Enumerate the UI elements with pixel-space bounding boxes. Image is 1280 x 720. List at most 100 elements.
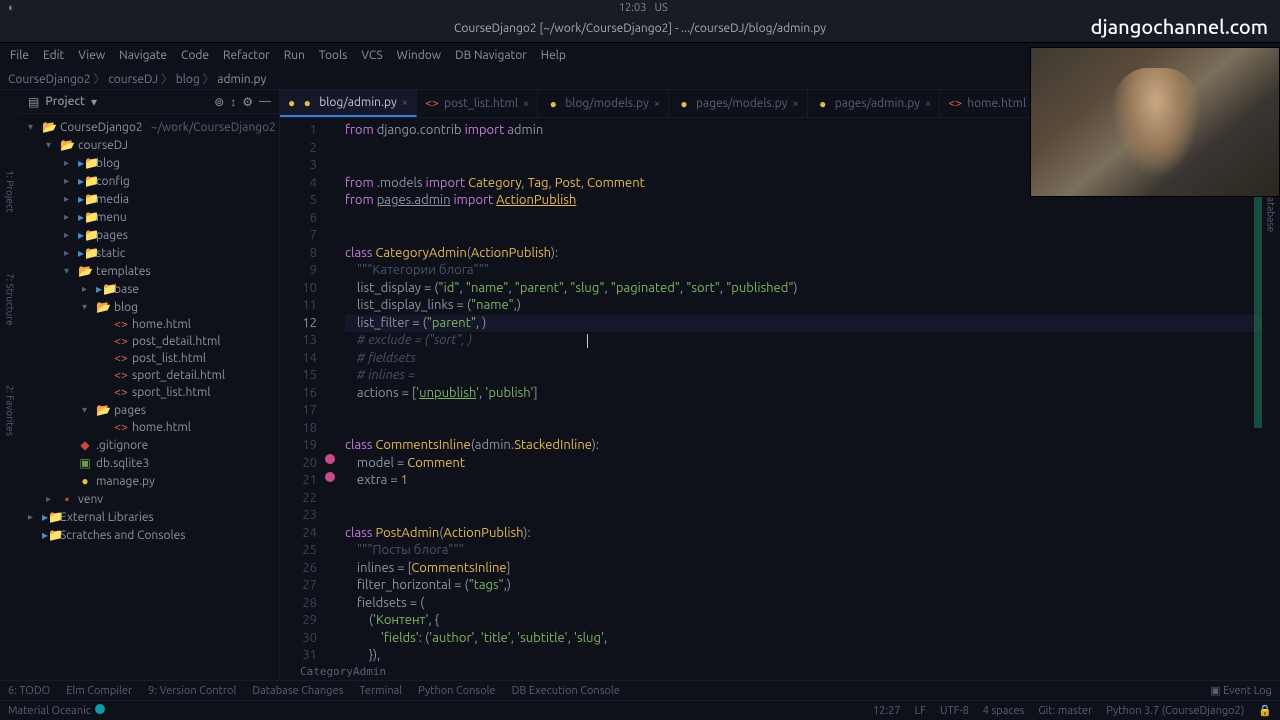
breadcrumb-part[interactable]: courseDJ: [108, 73, 158, 86]
menu-vcs[interactable]: VCS: [355, 46, 388, 65]
tree-label: db.sqlite3: [96, 457, 149, 470]
chevron-icon[interactable]: ▸: [64, 247, 74, 259]
menu-run[interactable]: Run: [278, 46, 311, 65]
close-icon[interactable]: ×: [792, 98, 798, 110]
close-icon[interactable]: ×: [523, 98, 529, 110]
menu-tools[interactable]: Tools: [313, 46, 354, 65]
theme-label[interactable]: Material Oceanic: [8, 704, 105, 717]
tree-item[interactable]: ▸▪venv: [20, 490, 279, 508]
chevron-icon[interactable]: ▸: [28, 511, 38, 523]
python-interpreter[interactable]: Python 3.7 (CourseDjango2): [1106, 705, 1244, 717]
bottom-tool[interactable]: 9: Version Control: [148, 685, 236, 697]
tool-tab[interactable]: 2: Favorites: [5, 385, 16, 436]
event-log[interactable]: ▣ Event Log: [1210, 684, 1272, 697]
tree-item[interactable]: <>home.html: [20, 419, 279, 436]
tree-item[interactable]: ▸▸📁base: [20, 280, 279, 298]
tree-item[interactable]: ▾📂pages: [20, 401, 279, 419]
menu-refactor[interactable]: Refactor: [217, 46, 276, 65]
tree-item[interactable]: ▸▸📁pages: [20, 226, 279, 244]
menu-db-navigator[interactable]: DB Navigator: [449, 46, 533, 65]
bottom-tool[interactable]: Database Changes: [252, 685, 343, 697]
collapse-icon[interactable]: ↕: [230, 95, 236, 109]
chevron-icon[interactable]: ▸: [64, 211, 74, 223]
html-icon: <>: [114, 335, 128, 348]
tree-item[interactable]: <>sport_detail.html: [20, 367, 279, 384]
lock-icon[interactable]: 🔒: [1258, 704, 1272, 717]
tab-label: blog/models.py: [565, 97, 649, 110]
bottom-tool[interactable]: Elm Compiler: [66, 685, 132, 697]
tree-item[interactable]: ▾📂blog: [20, 298, 279, 316]
chevron-down-icon[interactable]: ▾: [91, 95, 97, 109]
tree-item[interactable]: ▣db.sqlite3: [20, 454, 279, 472]
menu-help[interactable]: Help: [535, 46, 572, 65]
breadcrumb-part[interactable]: admin.py: [217, 73, 266, 86]
editor-tab[interactable]: ●pages/models.py×: [669, 90, 808, 117]
editor-tab[interactable]: ●pages/admin.py×: [808, 90, 941, 117]
chevron-icon[interactable]: ▾: [82, 301, 92, 313]
tool-tab[interactable]: 7: Structure: [5, 273, 16, 326]
tree-item[interactable]: ▸▸📁External Libraries: [20, 508, 279, 526]
breadcrumb-part[interactable]: CourseDjango2: [8, 73, 91, 86]
status-bar: Material Oceanic 12:27 LF UTF-8 4 spaces…: [0, 700, 1280, 720]
close-icon[interactable]: ×: [654, 98, 660, 110]
tree-item[interactable]: ▸▸📁static: [20, 244, 279, 262]
tree-item[interactable]: ●manage.py: [20, 472, 279, 490]
bottom-tool[interactable]: DB Execution Console: [512, 685, 620, 697]
tree-item[interactable]: <>sport_list.html: [20, 384, 279, 401]
tree-item[interactable]: ▸▸📁menu: [20, 208, 279, 226]
menu-code[interactable]: Code: [175, 46, 215, 65]
chevron-icon[interactable]: ▸: [64, 157, 74, 169]
project-label[interactable]: Project: [45, 95, 85, 108]
tree-item[interactable]: ▸▸📁config: [20, 172, 279, 190]
tree-item[interactable]: <>home.html: [20, 316, 279, 333]
tree-label: pages: [114, 404, 146, 417]
menu-view[interactable]: View: [72, 46, 111, 65]
tool-tab[interactable]: 1: Project: [5, 170, 16, 213]
target-icon[interactable]: ⊚: [214, 95, 224, 109]
bottom-tool[interactable]: 6: TODO: [8, 685, 50, 697]
tree-item[interactable]: ▸📁Scratches and Consoles: [20, 526, 279, 544]
tree-item[interactable]: ▸▸📁media: [20, 190, 279, 208]
chevron-icon[interactable]: ▸: [64, 175, 74, 187]
chevron-icon[interactable]: ▸: [64, 229, 74, 241]
editor-tab[interactable]: ●blog/models.py×: [538, 90, 669, 117]
code-editor[interactable]: 1234567891011121314151617181920212223242…: [280, 118, 1262, 662]
chevron-icon[interactable]: ▸: [82, 283, 92, 295]
tree-item[interactable]: ▾📂CourseDjango2~/work/CourseDjango2: [20, 118, 279, 136]
chevron-icon[interactable]: ▾: [64, 265, 74, 277]
bottom-tool[interactable]: Terminal: [359, 685, 402, 697]
chevron-icon[interactable]: ▾: [82, 404, 92, 416]
encoding[interactable]: UTF-8: [940, 705, 969, 717]
git-branch[interactable]: Git: master: [1038, 705, 1092, 717]
breadcrumb-part[interactable]: blog: [176, 73, 200, 86]
tree-item[interactable]: ▸▸📁blog: [20, 154, 279, 172]
editor-tab[interactable]: ●●blog/admin.py×: [280, 90, 417, 117]
hide-icon[interactable]: —: [259, 95, 271, 109]
tree-item[interactable]: <>post_list.html: [20, 350, 279, 367]
chevron-icon[interactable]: ▾: [46, 139, 56, 151]
tree-item[interactable]: ▾📂courseDJ: [20, 136, 279, 154]
tree-item[interactable]: ▾📂templates: [20, 262, 279, 280]
indent[interactable]: 4 spaces: [983, 705, 1025, 717]
tree-item[interactable]: <>post_detail.html: [20, 333, 279, 350]
code-breadcrumb[interactable]: CategoryAdmin: [280, 662, 1262, 680]
menu-navigate[interactable]: Navigate: [113, 46, 173, 65]
activities-icon[interactable]: ◐: [8, 2, 15, 14]
tree-label: home.html: [132, 421, 191, 434]
tree-item[interactable]: ◆.gitignore: [20, 436, 279, 454]
chevron-icon[interactable]: ▸: [46, 493, 56, 505]
folder-icon: ▸📁: [78, 156, 92, 170]
close-icon[interactable]: ×: [402, 97, 408, 109]
close-icon[interactable]: ×: [925, 98, 931, 110]
editor-tab[interactable]: <>post_list.html×: [417, 90, 538, 117]
menu-window[interactable]: Window: [391, 46, 447, 65]
gear-icon[interactable]: ⚙: [242, 95, 253, 109]
menu-file[interactable]: File: [4, 46, 35, 65]
menu-edit[interactable]: Edit: [37, 46, 70, 65]
line-separator[interactable]: LF: [915, 705, 926, 717]
chevron-icon[interactable]: ▸: [64, 193, 74, 205]
window-title: CourseDjango2 [~/work/CourseDjango2] - .…: [0, 15, 1280, 43]
chevron-icon[interactable]: ▾: [28, 121, 38, 133]
webcam-overlay: [1030, 47, 1280, 197]
bottom-tool[interactable]: Python Console: [418, 685, 495, 697]
